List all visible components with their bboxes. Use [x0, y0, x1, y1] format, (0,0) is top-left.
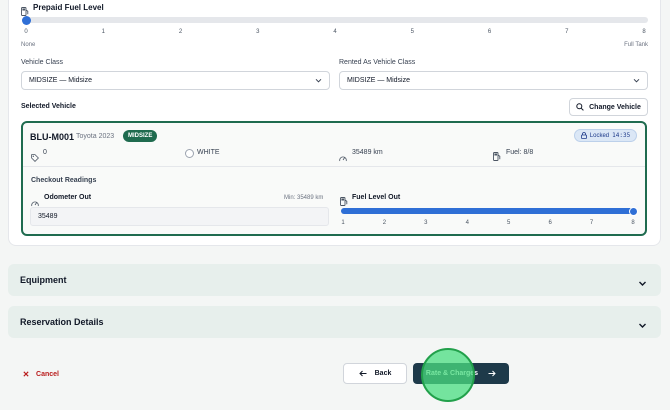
prepaid-fuel-slider-thumb[interactable] [21, 15, 31, 25]
chevron-down-icon [315, 77, 322, 86]
prepaid-fuel-tick: 1 [101, 29, 105, 35]
rented-as-class-label: Rented As Vehicle Class [339, 59, 416, 66]
odometer-out-value: 35489 [38, 213, 58, 220]
vehicle-class-label: Vehicle Class [21, 59, 64, 66]
fuel-out-tick: 3 [424, 220, 428, 226]
prepaid-fuel-tick: 6 [487, 29, 492, 35]
equipment-title: Equipment [20, 275, 67, 285]
fuel-out-tick: 8 [631, 220, 635, 226]
fuel-out-slider-thumb[interactable] [628, 206, 638, 216]
odometer-out-input[interactable]: 35489 [30, 207, 329, 226]
locked-badge: Locked 14:35 [574, 129, 637, 142]
tag-value: 0 [43, 149, 47, 156]
prepaid-fuel-tick: 8 [642, 29, 646, 35]
fuel-out-tick: 7 [589, 220, 594, 226]
fuel-max-caption: Full Tank [624, 42, 648, 48]
fuel-out-slider-fill [341, 208, 633, 214]
vehicle-odometer: 35489 km [352, 149, 383, 156]
vehicle-class-select[interactable]: MIDSIZE — Midsize [21, 71, 330, 90]
prepaid-fuel-tick: 4 [333, 29, 337, 35]
fuel-out-tick: 4 [465, 220, 469, 226]
checkout-readings-label: Checkout Readings [31, 177, 97, 184]
prepaid-fuel-label: Prepaid Fuel Level [33, 3, 104, 12]
rented-as-class-select[interactable]: MIDSIZE — Midsize [339, 71, 648, 90]
arrow-left-icon [358, 370, 367, 377]
close-icon [23, 371, 29, 377]
reservation-details-section[interactable]: Reservation Details [8, 306, 661, 338]
fuel-pump-icon [493, 148, 501, 166]
locked-label: Locked [589, 132, 610, 139]
reservation-details-title: Reservation Details [20, 317, 104, 327]
locked-time: 14:35 [612, 132, 631, 139]
vehicle-class-value: MIDSIZE — Midsize [29, 77, 93, 84]
vehicle-fuel: Fuel: 8/8 [506, 149, 534, 156]
equipment-section[interactable]: Equipment [8, 264, 661, 296]
tag-icon [31, 149, 39, 167]
cancel-label: Cancel [36, 370, 59, 378]
search-icon [576, 103, 584, 111]
odometer-out-label: Odometer Out [44, 194, 92, 201]
prepaid-fuel-tick: 2 [178, 29, 183, 35]
vehicle-class-badge: MIDSIZE [123, 130, 158, 142]
change-vehicle-label: Change Vehicle [589, 103, 641, 111]
speedometer-icon [339, 149, 347, 167]
fuel-out-tick: 5 [507, 220, 511, 226]
rate-charges-button[interactable]: Rate & Charges [413, 363, 509, 384]
cancel-button[interactable]: Cancel [18, 366, 64, 382]
fuel-out-tick: 1 [341, 220, 345, 226]
fuel-level-out-label: Fuel Level Out [352, 194, 401, 201]
fuel-min-caption: None [21, 42, 36, 48]
prepaid-fuel-tick: 5 [410, 29, 414, 35]
back-button[interactable]: Back [343, 363, 407, 384]
prepaid-fuel-tick: 3 [256, 29, 260, 35]
selected-vehicle-label: Selected Vehicle [21, 103, 76, 110]
change-vehicle-button[interactable]: Change Vehicle [569, 98, 648, 116]
chevron-down-icon [638, 275, 647, 293]
arrow-right-icon [488, 370, 496, 377]
lock-icon [580, 132, 587, 139]
fuel-out-tick: 2 [382, 220, 387, 226]
back-label: Back [374, 370, 392, 377]
rate-charges-label: Rate & Charges [425, 370, 479, 377]
divider [23, 166, 645, 167]
odometer-min-hint: Min: 35489 km [284, 195, 324, 201]
prepaid-fuel-slider-track[interactable] [22, 17, 648, 23]
fuel-out-tick: 6 [548, 220, 552, 226]
prepaid-fuel-tick: 7 [565, 29, 569, 35]
chevron-down-icon [638, 317, 647, 335]
color-swatch-icon [185, 149, 194, 158]
vehicle-make: Toyota 2023 [76, 133, 115, 140]
vehicle-unit: BLU-M001 [30, 132, 75, 142]
vehicle-color: WHITE [197, 149, 220, 156]
prepaid-fuel-tick: 0 [24, 29, 28, 35]
chevron-down-icon [633, 77, 640, 86]
rented-as-class-value: MIDSIZE — Midsize [347, 77, 411, 84]
